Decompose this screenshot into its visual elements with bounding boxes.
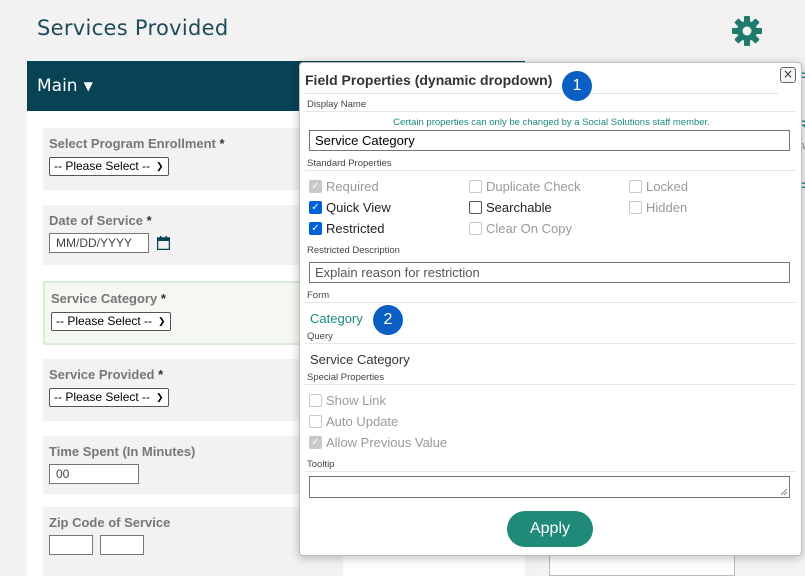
divider	[305, 343, 796, 344]
select-value: -- Please Select --	[54, 390, 151, 404]
special-properties-label: Special Properties	[307, 372, 385, 383]
checkbox-box	[309, 394, 322, 407]
field-zip-code: Zip Code of Service	[43, 507, 343, 576]
calendar-icon[interactable]	[157, 235, 171, 250]
required-mark: *	[146, 213, 152, 228]
checkbox-box	[629, 180, 642, 193]
checkmark-icon: ✓	[309, 222, 322, 235]
resize-grip-icon[interactable]	[780, 488, 788, 496]
checkbox-label: Show Link	[326, 393, 386, 408]
restricted-checkbox[interactable]: ✓ Restricted	[309, 221, 385, 236]
form-category-link[interactable]: Category	[310, 311, 363, 326]
step-badge-1: 1	[562, 71, 592, 101]
divider	[305, 93, 778, 94]
restricted-description-label: Restricted Description	[307, 245, 400, 256]
quick-view-checkbox[interactable]: ✓ Quick View	[309, 200, 391, 215]
field-service-provided: Service Provided * -- Please Select -- ❯	[43, 359, 343, 421]
checkbox-label: Hidden	[646, 200, 688, 215]
divider	[305, 384, 796, 385]
tooltip-textarea[interactable]	[309, 476, 790, 498]
query-label: Query	[307, 331, 333, 342]
select-value: -- Please Select --	[56, 314, 153, 328]
page-title: Services Provided	[37, 16, 229, 40]
chevron-down-icon: ❯	[156, 160, 164, 171]
checkmark-icon: ✓	[309, 180, 322, 193]
clear-on-copy-checkbox[interactable]: Clear On Copy	[469, 221, 572, 236]
duplicate-check-checkbox[interactable]: Duplicate Check	[469, 179, 581, 194]
service-category-select[interactable]: -- Please Select -- ❯	[51, 311, 171, 331]
auto-update-checkbox[interactable]: Auto Update	[309, 414, 398, 429]
checkbox-label: Auto Update	[326, 414, 399, 429]
zip-code-input-1[interactable]	[49, 534, 93, 555]
form-label: Form	[307, 290, 330, 301]
field-label: Zip Code of Service	[49, 515, 171, 530]
step-badge-2: 2	[373, 305, 403, 335]
zip-code-input-2[interactable]	[100, 534, 145, 555]
divider	[305, 111, 796, 112]
select-value: -- Please Select --	[54, 159, 151, 173]
divider	[305, 170, 796, 171]
divider	[305, 471, 796, 472]
gear-icon[interactable]	[731, 15, 763, 47]
field-label: Date of Service	[49, 213, 143, 228]
show-link-checkbox[interactable]: Show Link	[309, 393, 386, 408]
field-service-category[interactable]: Service Category * -- Please Select -- ❯	[43, 281, 343, 345]
staff-notice: Certain properties can only be changed b…	[393, 117, 710, 128]
display-name-label: Display Name	[307, 99, 367, 110]
date-input[interactable]: MM/DD/YYYY	[49, 232, 149, 253]
field-label: Service Category	[51, 291, 158, 306]
checkbox-label: Allow Previous Value	[326, 435, 448, 450]
checkbox-label: Restricted	[326, 221, 385, 236]
dialog-title: Field Properties (dynamic dropdown)	[305, 72, 553, 88]
field-program-enrollment: Select Program Enrollment * -- Please Se…	[43, 128, 343, 190]
divider	[305, 302, 796, 303]
checkbox-label: Quick View	[326, 200, 391, 215]
tooltip-label: Tooltip	[307, 459, 335, 470]
checkmark-icon: ✓	[309, 201, 322, 214]
checkmark-icon: ✓	[309, 436, 322, 449]
field-properties-dialog: Field Properties (dynamic dropdown) 1 × …	[299, 62, 802, 556]
caret-down-icon: ▼	[83, 79, 93, 93]
main-tab-label: Main	[37, 76, 78, 96]
restricted-description-input[interactable]: Explain reason for restriction	[309, 262, 790, 283]
field-label: Service Provided	[49, 367, 155, 382]
locked-checkbox[interactable]: Locked	[629, 179, 688, 194]
field-time-spent: Time Spent (In Minutes) 00	[43, 436, 343, 494]
checkbox-box	[309, 415, 322, 428]
field-label: Time Spent (In Minutes)	[49, 444, 196, 459]
display-name-input[interactable]: Service Category	[309, 130, 790, 151]
chevron-down-icon: ❯	[158, 315, 166, 326]
searchable-checkbox[interactable]: Searchable	[469, 200, 552, 215]
checkbox-label: Required	[326, 179, 379, 194]
allow-previous-value-checkbox[interactable]: ✓ Allow Previous Value	[309, 435, 447, 450]
query-value: Service Category	[310, 352, 410, 367]
standard-properties-label: Standard Properties	[307, 158, 392, 169]
close-button[interactable]: ×	[780, 67, 796, 83]
checkbox-label: Searchable	[486, 200, 552, 215]
checkbox-box	[469, 180, 482, 193]
required-checkbox[interactable]: ✓ Required	[309, 179, 379, 194]
hidden-checkbox[interactable]: Hidden	[629, 200, 687, 215]
checkbox-box	[469, 222, 482, 235]
field-date-of-service: Date of Service * MM/DD/YYYY	[43, 205, 343, 265]
checkbox-label: Duplicate Check	[486, 179, 581, 194]
checkbox-box	[469, 201, 482, 214]
checkbox-label: Locked	[646, 179, 688, 194]
checkbox-label: Clear On Copy	[486, 221, 572, 236]
right-panel-input[interactable]	[549, 555, 735, 576]
required-mark: *	[219, 136, 225, 151]
required-mark: *	[160, 291, 166, 306]
required-mark: *	[158, 367, 164, 382]
program-enrollment-select[interactable]: -- Please Select -- ❯	[49, 156, 169, 176]
time-spent-input[interactable]: 00	[49, 463, 139, 484]
apply-button[interactable]: Apply	[507, 511, 593, 547]
chevron-down-icon: ❯	[156, 391, 164, 402]
checkbox-box	[629, 201, 642, 214]
field-label: Select Program Enrollment	[49, 136, 216, 151]
service-provided-select[interactable]: -- Please Select -- ❯	[49, 387, 169, 407]
